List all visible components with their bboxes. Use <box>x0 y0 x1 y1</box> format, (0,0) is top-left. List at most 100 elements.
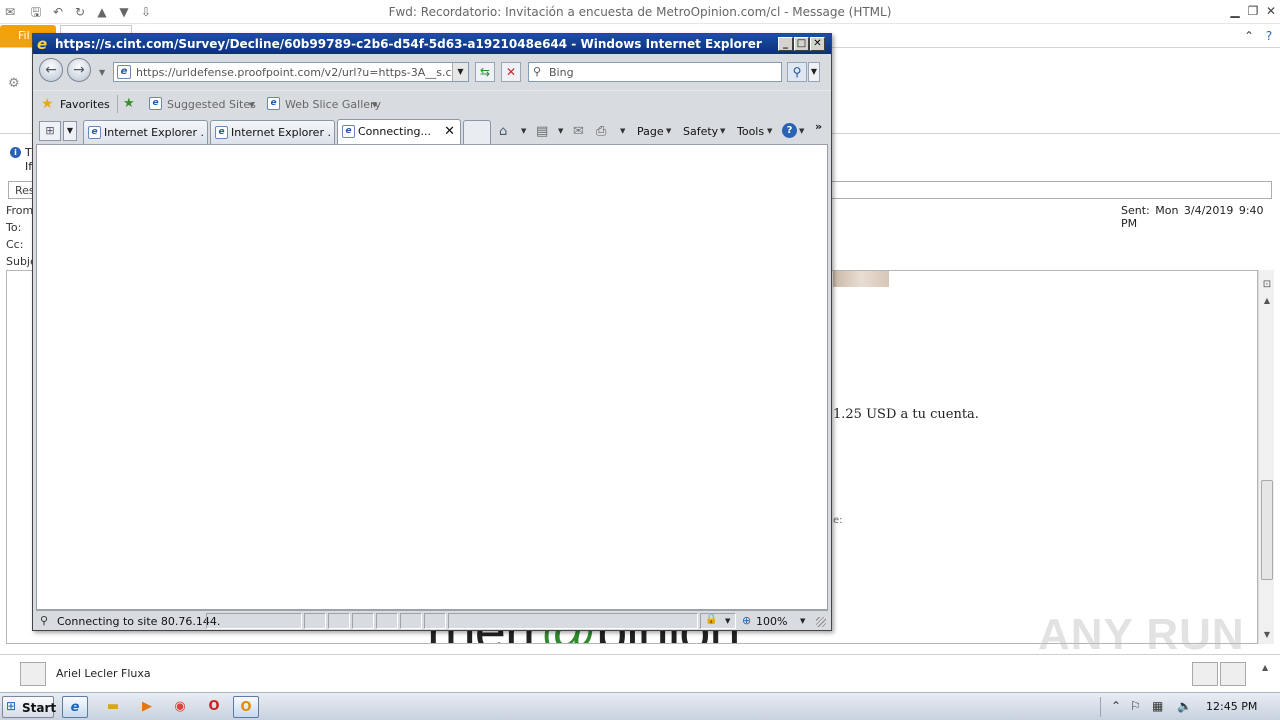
taskbar-ie-icon[interactable]: e <box>62 696 88 718</box>
taskbar-explorer-icon[interactable]: ▬ <box>100 696 126 718</box>
read-mail-icon[interactable]: ✉ <box>573 124 584 139</box>
ie-status-bar: ⚲ Connecting to site 80.76.144. 🔒 ▼ ⊕ 10… <box>36 610 828 630</box>
web-slice-gallery-dropdown-icon[interactable]: ▼ <box>372 101 377 109</box>
show-hidden-icons-icon[interactable]: ⌃ <box>1111 699 1121 713</box>
taskbar-opera-icon[interactable]: O <box>201 696 227 718</box>
tab-internet-explorer-1[interactable]: e Internet Explorer ... <box>83 120 208 144</box>
feeds-dropdown-icon[interactable]: ▼ <box>558 127 563 135</box>
junk-icon[interactable]: ⚙ <box>8 76 20 91</box>
recent-pages-dropdown-icon[interactable]: ▼ <box>99 68 105 77</box>
back-button[interactable]: ← <box>39 58 63 82</box>
zoom-icon[interactable]: ⊡ <box>1259 278 1275 292</box>
suggested-sites-icon[interactable]: e <box>149 97 162 110</box>
taskbar: ⊞ Start e ▬ ▶ ◉ O O ⌃ ⚐ ▦ 🔈 12:45 PM <box>0 692 1280 720</box>
suggested-sites-link[interactable]: Suggested Sites <box>167 98 256 111</box>
search-input[interactable]: Bing <box>549 66 574 79</box>
favorites-star-icon[interactable]: ★ <box>41 96 54 112</box>
add-to-favorites-bar-icon[interactable]: ★ <box>123 96 135 111</box>
taskbar-chrome-icon[interactable]: ◉ <box>167 696 193 718</box>
cc-label: Cc: <box>6 238 24 251</box>
home-dropdown-icon[interactable]: ▼ <box>521 127 526 135</box>
taskbar-outlook-icon[interactable]: O <box>233 696 259 718</box>
sender-avatar[interactable] <box>20 662 46 686</box>
stop-button[interactable]: ✕ <box>501 62 521 82</box>
close-icon[interactable]: ✕ <box>1262 2 1280 20</box>
message-scrollbar[interactable]: ⊡ ▲ ▼ <box>1258 270 1274 644</box>
new-tab-button[interactable] <box>463 120 491 144</box>
help-dropdown-icon[interactable]: ▼ <box>799 127 804 135</box>
resize-grip[interactable] <box>816 617 826 627</box>
taskbar-media-player-icon[interactable]: ▶ <box>134 696 160 718</box>
ie-page-content[interactable] <box>36 144 828 610</box>
zoom-dropdown-icon[interactable]: ▼ <box>800 617 805 625</box>
sender-name[interactable]: Ariel Lecler Fluxa <box>56 667 151 680</box>
network-icon[interactable]: ▦ <box>1152 699 1163 713</box>
home-icon[interactable]: ⌂ <box>499 124 507 139</box>
address-input[interactable]: https://urldefense.proofpoint.com/v2/url… <box>136 66 452 79</box>
feeds-icon[interactable]: ▤ <box>536 124 548 139</box>
windows-flag-icon: ⊞ <box>6 699 17 713</box>
status-cell <box>400 613 422 629</box>
tab-internet-explorer-2[interactable]: e Internet Explorer ... <box>210 120 335 144</box>
status-text: Connecting to site 80.76.144. <box>57 615 221 628</box>
print-icon[interactable]: ⎙ <box>596 124 606 139</box>
info-icon: i <box>10 147 21 158</box>
web-slice-gallery-link[interactable]: Web Slice Gallery <box>285 98 381 111</box>
search-options-dropdown-icon[interactable]: ▼ <box>808 62 820 82</box>
contact-avatar-1[interactable] <box>1192 662 1218 686</box>
minimize-icon[interactable]: ▁ <box>1226 2 1244 20</box>
address-bar[interactable]: e https://urldefense.proofpoint.com/v2/u… <box>113 62 469 82</box>
clock[interactable]: 12:45 PM <box>1206 700 1257 713</box>
safety-menu-dropdown-icon[interactable]: ▼ <box>720 127 725 135</box>
ie-titlebar[interactable]: e https://s.cint.com/Survey/Decline/60b9… <box>33 34 831 54</box>
search-box[interactable]: ⚲ Bing <box>528 62 782 82</box>
ie-tab-bar: ⊞ ▼ e Internet Explorer ... e Internet E… <box>33 116 831 144</box>
address-dropdown-icon[interactable]: ▼ <box>452 63 468 81</box>
tray-separator <box>1100 697 1101 717</box>
volume-icon[interactable]: 🔈 <box>1177 699 1192 713</box>
contact-avatar-2[interactable] <box>1220 662 1246 686</box>
tab-page-icon: e <box>342 125 355 138</box>
scroll-thumb[interactable] <box>1261 480 1273 580</box>
search-icon[interactable]: ⚲ <box>787 62 807 82</box>
ie-close-button[interactable]: ✕ <box>810 37 825 51</box>
people-pane-toggle-icon[interactable]: ▲ <box>1262 663 1268 672</box>
status-cell <box>376 613 398 629</box>
protected-mode-cell[interactable]: 🔒 ▼ <box>700 613 736 629</box>
refresh-button[interactable]: ⇆ <box>475 62 495 82</box>
page-menu-dropdown-icon[interactable]: ▼ <box>666 127 671 135</box>
ribbon-collapse-icon[interactable]: ⌃ <box>1240 27 1258 45</box>
ie-help-icon[interactable]: ? <box>782 123 797 138</box>
body-text: 1.25 USD a tu cuenta. <box>833 407 979 422</box>
tab-list-dropdown-icon[interactable]: ▼ <box>63 121 77 141</box>
start-button[interactable]: ⊞ Start <box>2 696 56 718</box>
search-provider-icon: ⚲ <box>533 65 542 78</box>
safety-menu[interactable]: Safety <box>683 125 718 138</box>
tools-menu[interactable]: Tools <box>737 125 764 138</box>
tab-page-icon: e <box>88 126 101 139</box>
print-dropdown-icon[interactable]: ▼ <box>620 127 625 135</box>
scroll-down-icon[interactable]: ▼ <box>1259 628 1275 642</box>
ie-minimize-button[interactable]: _ <box>778 37 793 51</box>
scroll-up-icon[interactable]: ▲ <box>1259 294 1275 308</box>
more-commands-chevron-icon[interactable]: » <box>815 120 822 133</box>
suggested-sites-dropdown-icon[interactable]: ▼ <box>249 101 254 109</box>
from-label: From <box>6 204 34 217</box>
tab-connecting[interactable]: e Connecting... ✕ <box>337 119 461 144</box>
ie-window-title: https://s.cint.com/Survey/Decline/60b997… <box>55 37 762 51</box>
ie-maximize-button[interactable]: □ <box>794 37 809 51</box>
zoom-level[interactable]: 100% <box>756 615 787 628</box>
quick-tabs-icon[interactable]: ⊞ <box>39 121 61 141</box>
action-center-flag-icon[interactable]: ⚐ <box>1130 699 1141 713</box>
favorites-button[interactable]: Favorites <box>60 98 110 111</box>
page-menu[interactable]: Page <box>637 125 664 138</box>
zoom-magnifier-icon[interactable]: ⊕ <box>742 614 751 627</box>
protected-mode-dropdown-icon[interactable]: ▼ <box>725 617 730 625</box>
help-icon[interactable]: ? <box>1260 27 1278 45</box>
forward-button[interactable]: → <box>67 58 91 82</box>
tools-menu-dropdown-icon[interactable]: ▼ <box>767 127 772 135</box>
web-slice-gallery-icon[interactable]: e <box>267 97 280 110</box>
close-tab-icon[interactable]: ✕ <box>444 124 455 139</box>
tab-label: Internet Explorer ... <box>104 126 204 139</box>
restore-icon[interactable]: ❐ <box>1244 2 1262 20</box>
